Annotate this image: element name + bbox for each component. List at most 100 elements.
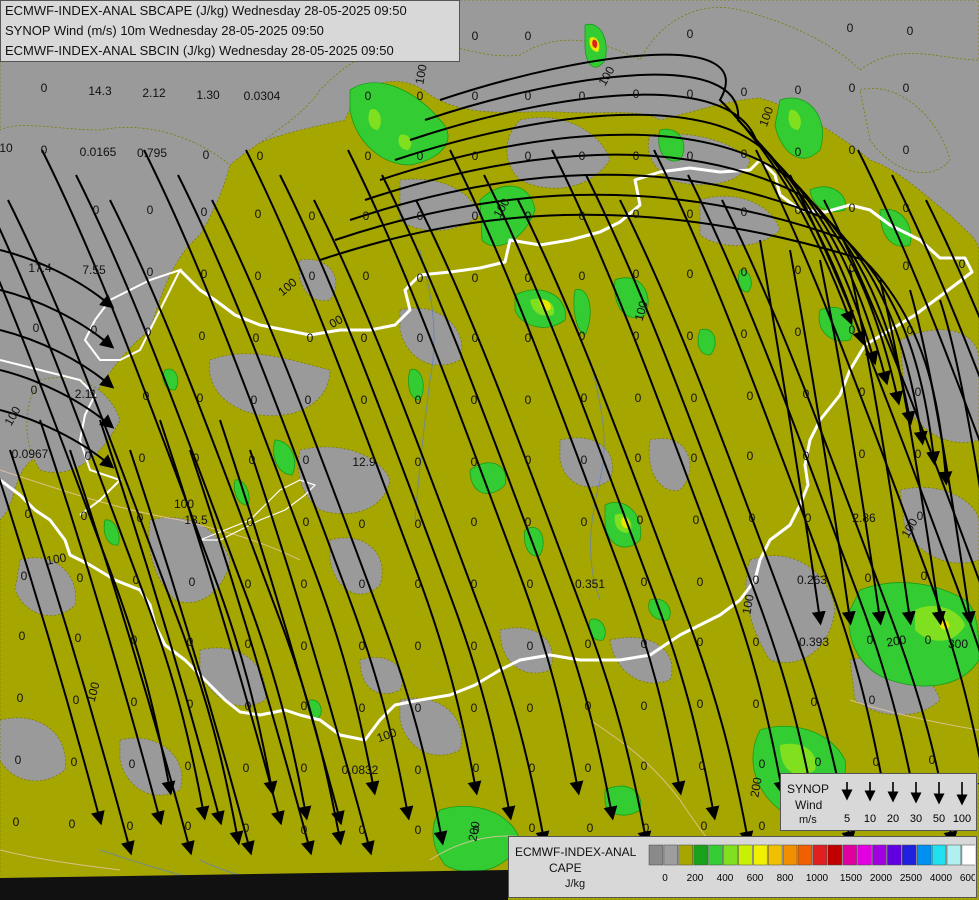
value-label: 0: [245, 699, 252, 713]
cape-legend-swatch: [857, 844, 872, 866]
value-label: 0: [417, 149, 424, 163]
value-label: 0: [741, 147, 748, 161]
value-label: 0: [245, 637, 252, 651]
value-label: 0: [359, 823, 366, 837]
header-cin-title: ECMWF-INDEX-ANAL SBCIN (J/kg) Wednesday …: [5, 43, 394, 58]
value-label: 0: [579, 269, 586, 283]
value-label: 0: [472, 331, 479, 345]
value-label: 0: [633, 207, 640, 221]
value-label: 0: [849, 143, 856, 157]
value-label: 0: [687, 27, 694, 41]
value-label: 0: [759, 757, 766, 771]
value-label: 0: [747, 389, 754, 403]
value-label: 0: [363, 209, 370, 223]
value-label: 0: [417, 209, 424, 223]
cape-legend-threshold: 0: [662, 873, 668, 884]
wind-legend-speed: 100: [953, 813, 971, 825]
value-label: 0: [633, 267, 640, 281]
value-label: 0: [25, 507, 32, 521]
value-label: 0: [693, 513, 700, 527]
cape-legend-swatch: [723, 844, 738, 866]
value-label: 0: [15, 753, 22, 767]
value-label: 0: [41, 81, 48, 95]
cape-legend-threshold: 4000: [930, 873, 953, 884]
wind-legend-arrows: 5 10 20 30 50 100: [841, 782, 971, 825]
value-label: 0: [903, 143, 910, 157]
value-label: 0: [525, 331, 532, 345]
value-label: 0: [417, 89, 424, 103]
value-label: 0: [127, 819, 134, 833]
value-label: 0: [301, 761, 308, 775]
cape-legend-threshold: 2000: [870, 873, 893, 884]
cape-legend-threshold: 200: [687, 873, 704, 884]
value-label: 0: [525, 149, 532, 163]
value-label: 0: [301, 823, 308, 837]
value-label: 0: [815, 755, 822, 769]
cape-legend-swatch: [872, 844, 887, 866]
cape-legend-swatch: [738, 844, 753, 866]
value-label: 0: [633, 149, 640, 163]
value-label: 0: [147, 203, 154, 217]
value-label: 0: [243, 821, 250, 835]
cape-legend-swatch: [797, 844, 813, 866]
cape-legend-swatch: [946, 844, 962, 866]
cape-legend-threshold: 1000: [806, 873, 829, 884]
cape-legend-threshold: 800: [777, 873, 794, 884]
cape-legend-swatch: [648, 844, 664, 866]
wind-legend-speed: 50: [933, 813, 945, 825]
value-label: 0: [803, 449, 810, 463]
value-label: 0: [795, 263, 802, 277]
value-label: 2.12: [142, 86, 166, 100]
value-label: 0: [795, 83, 802, 97]
value-label: 0: [415, 639, 422, 653]
value-label: 0.393: [799, 635, 829, 649]
cape-legend: ECMWF-INDEX-ANAL CAPE J/kg 0 200 400 600 800…: [508, 836, 977, 898]
cape-legend-swatch: [916, 844, 932, 866]
cape-legend-swatch: [708, 844, 723, 866]
value-label: 0: [585, 637, 592, 651]
value-label: 0: [959, 257, 966, 271]
value-label: 0: [13, 815, 20, 829]
cape-legend-threshold: 2500: [900, 873, 923, 884]
value-label: 0: [415, 393, 422, 407]
value-label: 0: [415, 577, 422, 591]
value-label: 0: [359, 639, 366, 653]
value-label: 0: [687, 329, 694, 343]
value-label: 0: [753, 697, 760, 711]
value-label: 0: [847, 21, 854, 35]
value-label: 0: [201, 267, 208, 281]
value-label: 0: [643, 821, 650, 835]
value-label: 0: [19, 629, 26, 643]
cape-legend-threshold: 1500: [840, 873, 863, 884]
value-label: 0: [197, 391, 204, 405]
value-label: 0: [697, 575, 704, 589]
contour-label: 300: [948, 637, 968, 651]
value-label: 0: [585, 761, 592, 775]
value-label: 0: [303, 453, 310, 467]
cape-legend-unit: J/kg: [565, 878, 586, 890]
value-label: 0: [75, 631, 82, 645]
value-label: 0: [185, 759, 192, 773]
value-label: 0: [131, 695, 138, 709]
value-label: 0: [21, 569, 28, 583]
value-label: 0: [903, 81, 910, 95]
value-label: 0: [471, 393, 478, 407]
value-label: 0.0967: [12, 447, 49, 461]
value-label: 0: [129, 757, 136, 771]
value-label: 0: [81, 509, 88, 523]
value-label: 0: [303, 515, 310, 529]
cape-legend-swatch: [842, 844, 857, 866]
cape-legend-subtitle: CAPE: [549, 861, 582, 875]
value-label: 0.0832: [342, 763, 379, 777]
header-cape-title: ECMWF-INDEX-ANAL SBCAPE (J/kg) Wednesday…: [5, 3, 407, 18]
value-label: 0: [915, 385, 922, 399]
cape-legend-swatch: [902, 844, 917, 866]
value-label: 0: [201, 205, 208, 219]
value-label: 0: [529, 821, 536, 835]
value-label: 0: [131, 633, 138, 647]
wind-legend-title: SYNOP: [787, 782, 830, 796]
value-label: 0: [849, 81, 856, 95]
value-label: 0: [415, 701, 422, 715]
value-label: 0: [581, 453, 588, 467]
value-label: 0: [257, 149, 264, 163]
